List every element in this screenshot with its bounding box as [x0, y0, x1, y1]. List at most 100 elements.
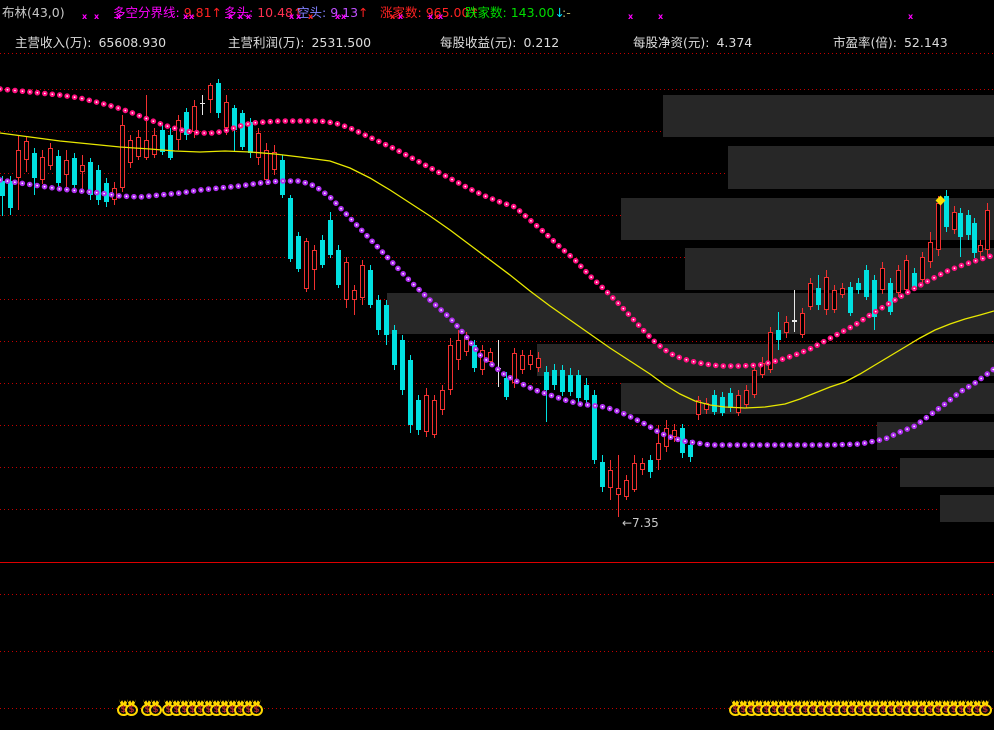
candle-down [552, 370, 557, 385]
fundamental-value: 65608.930 [98, 35, 167, 50]
candle-up [448, 345, 453, 390]
candle-up [824, 277, 829, 310]
candle-down [88, 162, 93, 195]
fundamental-label: 主营收入(万): [15, 35, 92, 50]
candle-down [96, 170, 101, 200]
candle-down [0, 181, 5, 196]
candle-down [240, 113, 245, 147]
candle-up [208, 85, 213, 100]
candle-up [985, 210, 990, 250]
gridline [0, 53, 994, 54]
candle-down [576, 375, 581, 398]
overlay-block [940, 495, 994, 522]
candle-down [104, 183, 109, 202]
candle-up [264, 150, 269, 180]
candle-down [544, 372, 549, 390]
candle-down [680, 428, 685, 453]
fundamental-label: 市盈率(倍): [833, 35, 897, 50]
scatter-x-mark: x [335, 12, 341, 21]
gridline [0, 341, 994, 342]
money-bag-sack: $ [250, 704, 263, 716]
gridline [0, 594, 994, 595]
candle-down [408, 360, 413, 425]
fundamental-label: 主营利润(万): [228, 35, 305, 50]
candle-up [432, 400, 437, 435]
scatter-x-mark: x [289, 12, 295, 21]
scatter-x-mark: x [628, 12, 634, 21]
candle-up [936, 203, 941, 250]
indicator-value: 10.48 [253, 5, 293, 20]
candle-down [872, 280, 877, 317]
candle-down [472, 345, 477, 368]
candle-down [864, 270, 869, 297]
candle-up [536, 358, 541, 368]
candle-down [600, 462, 605, 487]
scatter-x-mark: x [438, 12, 444, 21]
candle-wick [794, 290, 795, 332]
candle-up [440, 390, 445, 410]
candle-up [616, 488, 621, 495]
candle-down [384, 305, 389, 335]
candle-up [672, 430, 677, 437]
candle-down [376, 300, 381, 330]
candle-up [760, 363, 765, 375]
candle-down [8, 181, 13, 208]
candle-up [528, 355, 533, 365]
stock-chart-screen: 布林(43,0) ←7.35 多空分界线: 9.81↑ 多头: 10.48↑ 空头:… [0, 0, 994, 730]
indicator-field-0: 多空分界线: 9.81↑ [113, 4, 222, 22]
candle-down [966, 215, 971, 235]
candle-up [808, 283, 813, 307]
scatter-x-mark: x [228, 12, 234, 21]
scatter-x-mark: x [390, 12, 396, 21]
gridline [0, 651, 994, 652]
candle-up [768, 332, 773, 370]
candle-up [136, 137, 141, 157]
candle-up [640, 463, 645, 470]
candle-up [704, 403, 709, 410]
fundamental-label: 每股净资(元): [633, 35, 710, 50]
candle-up [488, 352, 493, 362]
overlay-block [663, 95, 994, 137]
candle-up [520, 355, 525, 370]
fundamental-field-2: 每股收益(元): 0.212 [440, 32, 559, 51]
scatter-x-mark: x [116, 12, 122, 21]
money-bag-sack: $ [978, 704, 992, 716]
candle-flat [792, 320, 797, 322]
candle-up [784, 322, 789, 333]
candle-down [972, 223, 977, 253]
candle-down [280, 160, 285, 195]
scatter-x-mark: x [398, 12, 404, 21]
candle-down [912, 273, 917, 287]
candle-up [664, 428, 669, 447]
candle-flat [496, 368, 501, 369]
scatter-x-mark: x [246, 12, 252, 21]
candle-down [712, 395, 717, 412]
candle-down [416, 400, 421, 430]
candle-up [352, 290, 357, 300]
candle-up [152, 135, 157, 155]
overlay-block [621, 383, 994, 414]
candle-up [360, 265, 365, 298]
candle-down [72, 158, 77, 185]
indicator-field-5: :- [562, 4, 571, 22]
money-bag-icon: $ [125, 699, 138, 716]
low-price-annotation: ←7.35 [622, 516, 659, 530]
candle-up [840, 288, 845, 295]
candle-down [248, 122, 253, 153]
candle-down [160, 130, 165, 152]
candle-down [592, 395, 597, 460]
candle-up [224, 102, 229, 128]
candle-down [848, 287, 853, 313]
overlay-block [387, 293, 994, 334]
indicator-field-4: 跌家数: 143.00↓ [465, 4, 565, 22]
candle-down [688, 445, 693, 457]
indicator-label: 跌家数: [465, 5, 507, 20]
candle-up [304, 241, 309, 289]
candle-up [112, 188, 117, 200]
overlay-block [537, 344, 994, 376]
candle-up [978, 245, 983, 252]
money-bag-icon: $ [978, 699, 992, 716]
money-bag-sack: $ [149, 704, 162, 716]
scatter-x-mark: x [308, 12, 314, 21]
candle-down [216, 83, 221, 113]
